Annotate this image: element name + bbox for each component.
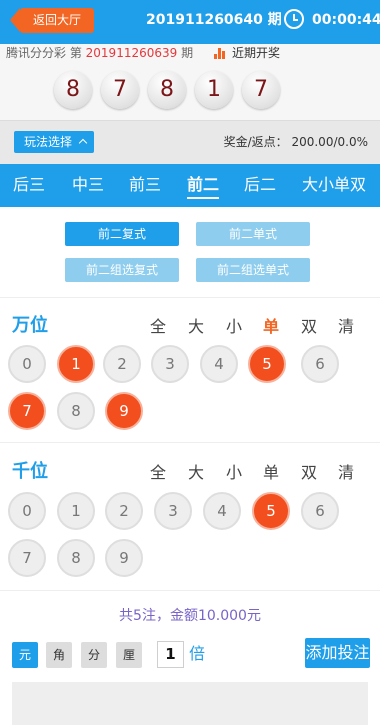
draw-ball: 7 (242, 71, 280, 109)
digit-ball[interactable]: 8 (57, 539, 95, 577)
tab-qian-san[interactable]: 前三 (129, 174, 161, 196)
period-suffix: 期 (181, 46, 194, 60)
tab-hou-er[interactable]: 后二 (244, 174, 276, 196)
filter-small[interactable]: 小 (226, 463, 242, 483)
play-tabs: 后三 中三 前三 前二 后二 大小单双 (0, 164, 380, 207)
countdown-timer: 00:00:44 (312, 12, 380, 28)
multiplier-input[interactable]: 1 (157, 641, 184, 668)
filter-clear[interactable]: 清 (338, 317, 354, 337)
position-label-wan: 万位 (12, 315, 48, 336)
tab-qian-er[interactable]: 前二 (187, 174, 220, 199)
bonus-rebate: 奖金/返点： 200.00/0.0% (223, 135, 368, 149)
digit-ball[interactable]: 4 (203, 492, 241, 530)
digit-ball[interactable]: 1 (57, 345, 95, 383)
bet-list-area (12, 682, 368, 725)
divider (0, 590, 380, 591)
game-name: 腾讯分分彩 第 (6, 46, 82, 60)
filter-all[interactable]: 全 (150, 463, 166, 483)
filter-big[interactable]: 大 (188, 317, 204, 337)
last-draw-info: 腾讯分分彩 第 201911260639 期 (6, 45, 193, 61)
bet-summary: 共5注，金额10.000元 (119, 608, 261, 624)
filter-even[interactable]: 双 (301, 317, 317, 337)
digit-ball[interactable]: 2 (103, 345, 141, 383)
digit-ball[interactable]: 0 (8, 492, 46, 530)
digit-ball[interactable]: 3 (151, 345, 189, 383)
unit-fen-button[interactable]: 分 (81, 642, 107, 668)
play-select-label: 玩法选择 (24, 135, 73, 149)
digit-ball[interactable]: 3 (154, 492, 192, 530)
filter-even[interactable]: 双 (301, 463, 317, 483)
divider (0, 297, 380, 298)
filter-odd[interactable]: 单 (263, 317, 279, 337)
unit-jiao-button[interactable]: 角 (46, 642, 72, 668)
filter-clear[interactable]: 清 (338, 463, 354, 483)
tab-da-xiao-dan-shuang[interactable]: 大小单双 (302, 174, 366, 196)
digit-ball[interactable]: 1 (57, 492, 95, 530)
subtab-qian-er-fushi[interactable]: 前二复式 (65, 222, 179, 246)
digit-ball[interactable]: 4 (200, 345, 238, 383)
digit-ball[interactable]: 2 (105, 492, 143, 530)
filter-big[interactable]: 大 (188, 463, 204, 483)
tab-zhong-san[interactable]: 中三 (72, 174, 104, 196)
digit-ball[interactable]: 8 (57, 392, 95, 430)
subtab-qian-er-danshi[interactable]: 前二单式 (196, 222, 310, 246)
multiplier-label: 倍 (189, 644, 206, 663)
draw-ball: 8 (54, 71, 92, 109)
chevron-up-icon (78, 138, 88, 148)
digit-ball[interactable]: 0 (8, 345, 46, 383)
position-label-qian: 千位 (12, 461, 48, 482)
filter-odd[interactable]: 单 (263, 463, 279, 483)
chart-icon[interactable] (214, 48, 226, 59)
subtab-qian-er-zuxuan-fushi[interactable]: 前二组选复式 (65, 258, 179, 282)
current-period: 201911260640 期 (146, 12, 282, 28)
last-period-number: 201911260639 (85, 46, 178, 60)
digit-ball[interactable]: 9 (105, 392, 143, 430)
unit-li-button[interactable]: 厘 (116, 642, 142, 668)
digit-ball[interactable]: 9 (105, 539, 143, 577)
digit-ball[interactable]: 6 (301, 345, 339, 383)
add-bet-button[interactable]: 添加投注 (305, 638, 370, 668)
filter-small[interactable]: 小 (226, 317, 242, 337)
play-bar: 玩法选择 奖金/返点： 200.00/0.0% (0, 120, 380, 164)
draw-ball: 8 (148, 71, 186, 109)
subtab-qian-er-zuxuan-danshi[interactable]: 前二组选单式 (196, 258, 310, 282)
filter-all[interactable]: 全 (150, 317, 166, 337)
recent-draws-link[interactable]: 近期开奖 (232, 45, 280, 61)
divider (0, 442, 380, 443)
unit-yuan-button[interactable]: 元 (12, 642, 38, 668)
draw-ball: 7 (101, 71, 139, 109)
back-to-lobby-button[interactable]: 返回大厅 (10, 8, 94, 33)
digit-ball[interactable]: 7 (8, 539, 46, 577)
top-bar: 返回大厅 201911260640 期 00:00:44 (0, 0, 380, 44)
clock-icon (284, 9, 304, 29)
digit-ball[interactable]: 7 (8, 392, 46, 430)
tab-hou-san[interactable]: 后三 (13, 174, 45, 196)
digit-ball[interactable]: 6 (301, 492, 339, 530)
digit-ball[interactable]: 5 (248, 345, 286, 383)
play-select-button[interactable]: 玩法选择 (14, 131, 94, 153)
last-draw-panel: 腾讯分分彩 第 201911260639 期 近期开奖 8 7 8 1 7 (0, 44, 380, 120)
digit-ball[interactable]: 5 (252, 492, 290, 530)
draw-ball: 1 (195, 71, 233, 109)
